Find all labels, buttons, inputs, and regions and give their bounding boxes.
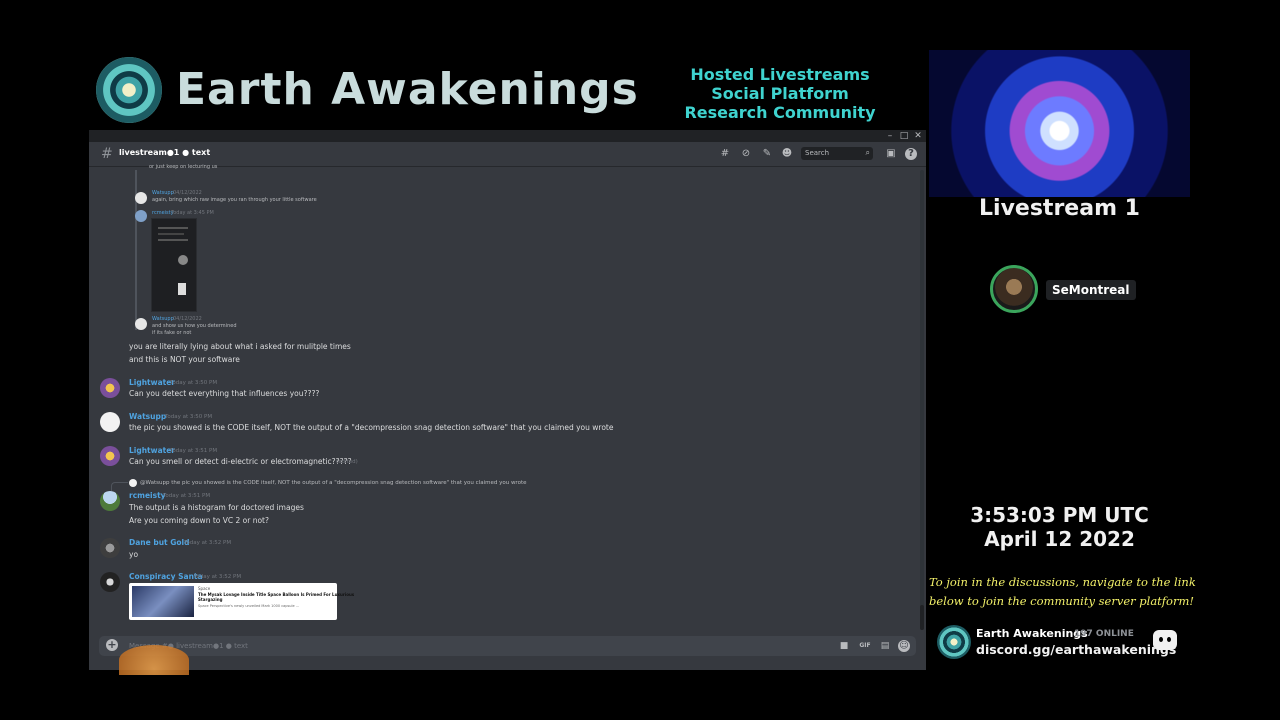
timestamp: Today at 3:52 PM <box>184 540 232 546</box>
clock-time: 3:53:03 PM UTC <box>970 503 1149 527</box>
link-embed[interactable]: Space The Mysak Lovage Inside Title Spac… <box>129 583 354 620</box>
embed-title[interactable]: Stargazing <box>198 597 222 602</box>
message-line: The output is a histogram for doctored i… <box>129 503 304 512</box>
timestamp: Today at 3:50 PM <box>170 380 218 386</box>
timestamp: Today at 3:51 PM <box>170 448 218 454</box>
earth-awakenings-logo <box>937 625 971 659</box>
maximize-icon[interactable]: □ <box>898 130 910 142</box>
message-line: Can you detect everything that influence… <box>129 389 320 398</box>
emoji-icon[interactable]: ☺ <box>898 640 910 652</box>
message-input[interactable]: + Message #● livestream●1 ● text ■ GIF ▤… <box>99 636 916 656</box>
pin-icon[interactable]: ✎ <box>761 148 773 160</box>
tagline-livestreams: Hosted Livestreams <box>690 65 870 84</box>
quoted-fragment: or just keep on lecturing us <box>149 164 218 170</box>
discord-icon <box>1153 630 1177 650</box>
quoted-username: Watsupp <box>152 316 174 322</box>
quoted-text: and show us how you determined <box>152 323 237 329</box>
username[interactable]: rcmeisty <box>129 491 166 500</box>
speaker-name: SeMontreal <box>1046 280 1136 300</box>
timestamp: Today at 3:52 PM <box>194 574 242 580</box>
join-instructions: To join in the discussions, navigate to … <box>929 575 1196 589</box>
message-line: yo <box>129 550 139 559</box>
quoted-timestamp: 04/12/2022 <box>173 190 202 196</box>
members-icon[interactable]: ☻ <box>781 148 793 160</box>
threads-icon[interactable]: # <box>719 148 731 160</box>
embed-site: Space <box>198 586 211 591</box>
avatar <box>135 210 147 222</box>
discord-window: – □ ✕ # livestream●1 ● text # ⊘ ✎ ☻ Sear… <box>89 130 926 675</box>
message-line: the pic you showed is the CODE itself, N… <box>129 423 614 432</box>
avatar[interactable] <box>100 572 120 592</box>
minimize-icon[interactable]: – <box>884 130 896 142</box>
timestamp: Today at 3:51 PM <box>163 493 211 499</box>
search-icon: ⌕ <box>865 148 870 157</box>
avatar <box>135 318 147 330</box>
edited-label: (edited) <box>336 459 358 465</box>
server-name: Earth Awakenings <box>976 627 1088 640</box>
window-titlebar: – □ ✕ <box>89 130 926 142</box>
speaker-avatar <box>990 265 1038 313</box>
reply-connector <box>111 482 128 491</box>
username[interactable]: Lightwater <box>129 446 175 455</box>
invite-link[interactable]: discord.gg/earthawakenings <box>976 642 1176 657</box>
avatar[interactable] <box>100 412 120 432</box>
reply-preview[interactable]: @Watsupp the pic you showed is the CODE … <box>140 480 526 486</box>
help-icon[interactable]: ? <box>905 148 917 160</box>
webcam-overlay <box>119 645 189 675</box>
message-line: you are literally lying about what i ask… <box>129 342 351 351</box>
quoted-timestamp: 04/12/2022 <box>173 316 202 322</box>
inbox-icon[interactable]: ▣ <box>885 148 897 160</box>
username[interactable]: Watsupp <box>129 412 166 421</box>
online-count: 197 ONLINE <box>1074 629 1134 639</box>
avatar <box>129 479 137 487</box>
search-input[interactable]: Search ⌕ <box>801 147 873 160</box>
scrollbar-track[interactable] <box>920 170 924 630</box>
timestamp: Today at 3:50 PM <box>165 414 213 420</box>
gift-icon[interactable]: ■ <box>838 640 850 652</box>
username[interactable]: Conspiracy Santa <box>129 572 203 581</box>
avatar[interactable] <box>100 491 120 511</box>
add-attachment-icon[interactable]: + <box>106 639 118 651</box>
username[interactable]: Dane but Gold <box>129 538 189 547</box>
quoted-username: Watsupp <box>152 190 174 196</box>
brand-title: Earth Awakenings <box>176 64 639 115</box>
embed-thumbnail <box>132 586 194 617</box>
avatar[interactable] <box>100 538 120 558</box>
gif-icon[interactable]: GIF <box>859 640 871 652</box>
message-line: Are you coming down to VC 2 or not? <box>129 516 269 525</box>
sticker-icon[interactable]: ▤ <box>879 640 891 652</box>
close-icon[interactable]: ✕ <box>912 130 924 142</box>
quoted-timestamp: Today at 3:45 PM <box>171 210 214 216</box>
avatar <box>135 192 147 204</box>
clock-date: April 12 2022 <box>984 527 1135 551</box>
tagline-research: Research Community <box>684 103 876 122</box>
quoted-text: if its fake or not <box>152 330 192 336</box>
avatar[interactable] <box>100 446 120 466</box>
stream-title: Livestream 1 <box>979 196 1140 221</box>
channel-hash-icon: # <box>101 146 113 162</box>
username[interactable]: Lightwater <box>129 378 175 387</box>
embed-description: Space Perspective's newly unveiled Mark … <box>198 604 300 608</box>
earth-awakenings-logo <box>96 57 162 123</box>
mute-icon[interactable]: ⊘ <box>740 148 752 160</box>
search-placeholder: Search <box>805 149 830 157</box>
channel-name: livestream●1 ● text <box>119 148 211 157</box>
scrollbar-thumb[interactable] <box>920 605 924 630</box>
tagline-social: Social Platform <box>711 84 849 103</box>
message-line: and this is NOT your software <box>129 355 240 364</box>
join-instructions: below to join the community server platf… <box>929 594 1195 608</box>
shared-image[interactable] <box>151 218 197 312</box>
quoted-text: again, bring which raw image you ran thr… <box>152 197 317 203</box>
avatar[interactable] <box>100 378 120 398</box>
message-line: Can you smell or detect di-electric or e… <box>129 457 352 466</box>
stream-thumbnail <box>929 50 1190 197</box>
